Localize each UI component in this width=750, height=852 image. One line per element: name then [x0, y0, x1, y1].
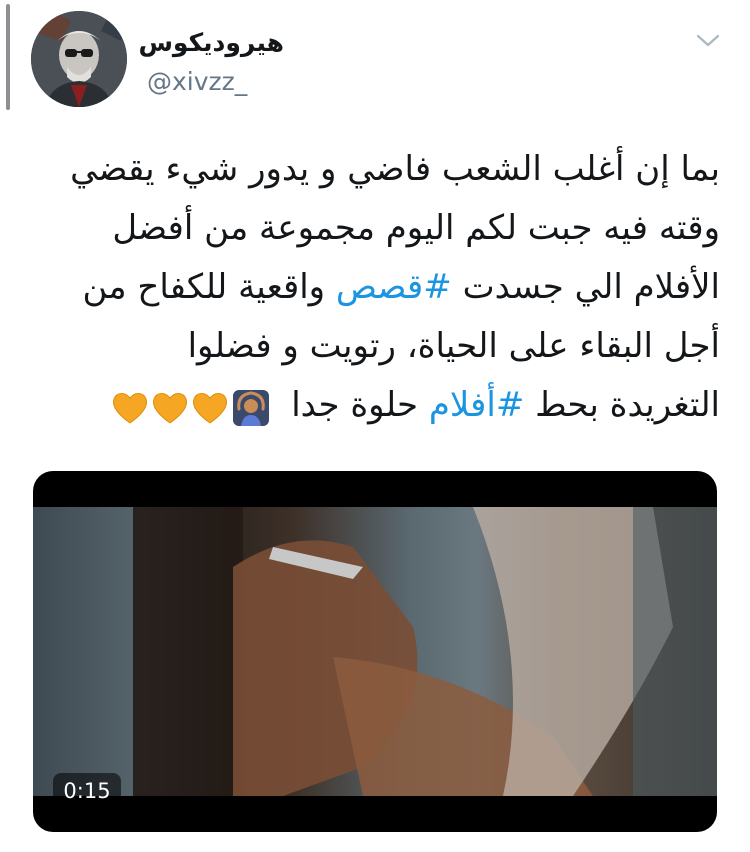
emoji-row: [108, 377, 270, 436]
tweet-line: بما إن أغلب الشعب فاضي و يدور شيء يقضي: [30, 140, 720, 199]
video-duration-badge: 0:15: [53, 773, 121, 809]
scroll-indicator[interactable]: [6, 4, 10, 110]
tweet-line: التغريدة بحط #أفلام حلوة جدا: [30, 376, 720, 436]
chevron-down-icon[interactable]: [695, 30, 721, 50]
tweet-text-segment: أجل البقاء على الحياة، رتويت و فضلوا: [187, 326, 720, 366]
tweet-text-segment: التغريدة بحط: [524, 385, 720, 425]
hashtag-link[interactable]: #أفلام: [429, 385, 525, 425]
orange-heart-icon: [193, 392, 228, 424]
user-handle[interactable]: @xivzz_: [147, 66, 247, 98]
video-thumbnail[interactable]: [33, 507, 717, 796]
tweet-text: بما إن أغلب الشعب فاضي و يدور شيء يقضي و…: [30, 140, 720, 436]
orange-heart-icon: [153, 392, 188, 424]
display-name[interactable]: هيروديكوس: [138, 27, 284, 59]
tweet-line: الأفلام الي جسدت #قصص واقعية للكفاح من: [30, 258, 720, 317]
orange-heart-icon: [113, 392, 148, 424]
tweet-text-segment: واقعية للكفاح من: [82, 267, 336, 307]
tweet-text-segment: الأفلام الي جسدت: [451, 267, 720, 307]
tweet-text-segment: حلوة جدا: [291, 385, 429, 425]
video-player[interactable]: 0:15: [33, 471, 717, 832]
tweet-line: وقته فيه جبت لكم اليوم مجموعة من أفضل: [30, 199, 720, 258]
hashtag-link[interactable]: #قصص: [336, 267, 452, 307]
person-gesturing-ok-icon: [233, 389, 270, 426]
tweet-text-segment: وقته فيه جبت لكم اليوم مجموعة من أفضل: [112, 208, 720, 248]
avatar[interactable]: [31, 11, 127, 107]
tweet-line: أجل البقاء على الحياة، رتويت و فضلوا: [30, 317, 720, 376]
tweet-text-segment: بما إن أغلب الشعب فاضي و يدور شيء يقضي: [70, 149, 720, 189]
